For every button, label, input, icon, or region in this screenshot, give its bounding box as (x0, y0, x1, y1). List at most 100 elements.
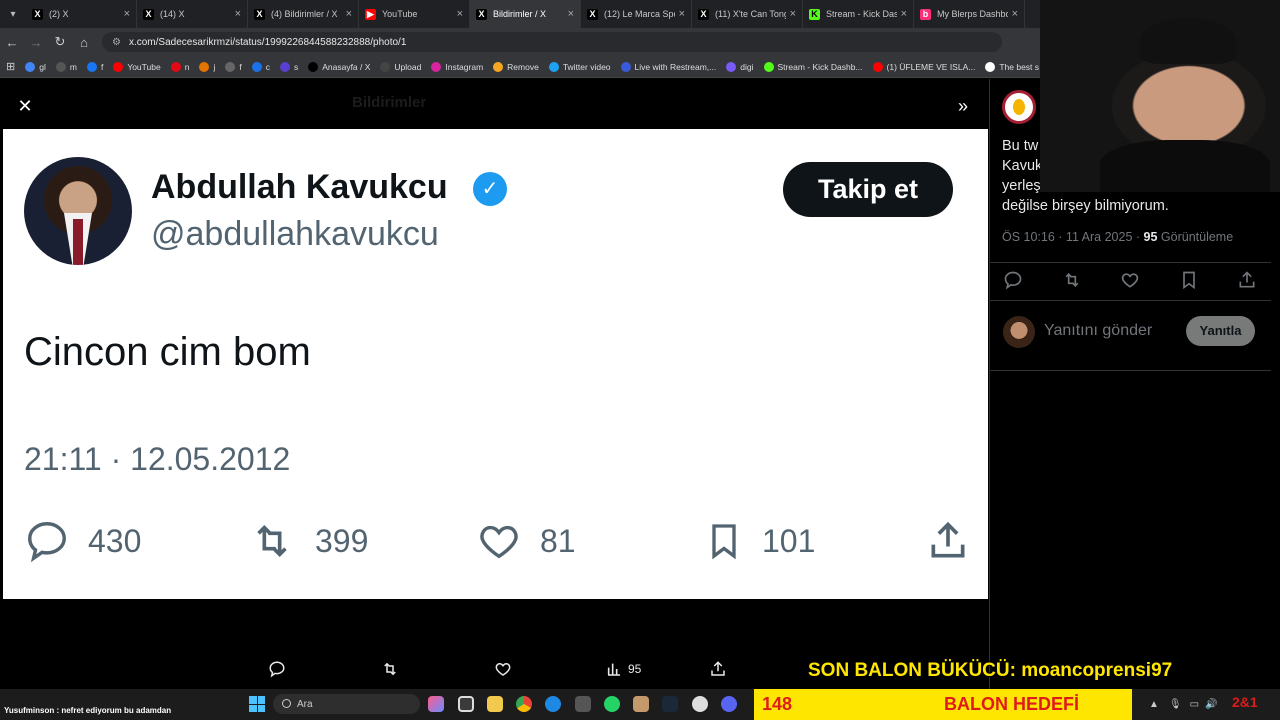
retweet-icon[interactable] (1062, 270, 1082, 290)
follow-button: Takip et (783, 162, 953, 217)
bookmark-item[interactable]: Live with Restream,... (620, 61, 716, 72)
site-info-icon[interactable]: ⚙ (112, 37, 121, 48)
bookmark-item[interactable]: Twitter video (548, 61, 611, 72)
x-icon: X (476, 8, 487, 20)
tab-search-icon[interactable]: ▾ (0, 0, 26, 28)
share-icon[interactable] (1237, 270, 1257, 290)
tab-6[interactable]: X (11) X'te Can Tong × (692, 0, 803, 28)
apps-icon[interactable]: ⊞ (6, 60, 15, 73)
share-action[interactable] (709, 660, 733, 678)
tab-close-icon[interactable]: × (457, 8, 463, 20)
bookmark-label: Remove (507, 61, 539, 72)
bookmark-icon[interactable] (1179, 270, 1199, 290)
views-count: 95 (628, 662, 642, 676)
divider (989, 262, 1271, 263)
app-icon[interactable] (633, 696, 649, 712)
tab-label: Stream - Kick Dash (826, 9, 897, 19)
photo-reply-stat: 430 (24, 518, 141, 564)
bookmark-item[interactable]: Stream - Kick Dashb... (763, 61, 863, 72)
chatgpt-icon[interactable] (692, 696, 708, 712)
bookmark-item[interactable]: Remove (493, 61, 539, 72)
like-action[interactable] (494, 660, 518, 678)
bookmark-item[interactable]: f (225, 61, 242, 72)
url-text: x.com/Sadecesarikrmzi/status/19992268445… (128, 36, 407, 48)
bookmark-favicon-icon (985, 61, 996, 72)
bookmark-item[interactable]: Upload (380, 61, 421, 72)
tab-3[interactable]: ▶ YouTube × (359, 0, 470, 28)
bookmark-label: f (100, 61, 104, 72)
reload-icon[interactable]: ↻ (48, 34, 72, 50)
tab-1[interactable]: X (14) X × (137, 0, 248, 28)
bookmark-item[interactable]: gl (25, 61, 46, 72)
background-header-title: Bildirimler (352, 94, 427, 111)
tab-7[interactable]: K Stream - Kick Dash × (803, 0, 914, 28)
steam-icon[interactable] (662, 696, 678, 712)
store-icon[interactable] (458, 696, 474, 712)
bookmark-favicon-icon (251, 61, 262, 72)
bookmark-label: digi (740, 61, 754, 72)
taskbar-search-input[interactable]: Ara (273, 694, 420, 714)
author-avatar (24, 157, 132, 265)
bookmark-item[interactable]: n (170, 61, 189, 72)
edge-icon[interactable] (545, 696, 561, 712)
close-icon[interactable]: ✕ (14, 95, 36, 117)
bookmark-item[interactable]: The best s (985, 61, 1039, 72)
tab-close-icon[interactable]: × (901, 8, 907, 20)
microphone-icon[interactable]: 🎙 (1169, 699, 1182, 710)
back-icon[interactable]: ← (0, 35, 24, 50)
bookmark-item[interactable]: digi (726, 61, 754, 72)
tab-close-icon[interactable]: × (346, 8, 352, 20)
expand-panel-icon[interactable]: » (952, 95, 974, 117)
bookmark-item[interactable]: Instagram (431, 61, 483, 72)
retweet-action[interactable] (380, 660, 406, 678)
volume-icon[interactable]: 🔊 (1205, 699, 1217, 710)
bookmark-favicon-icon (25, 61, 36, 72)
side-view-label: Görüntüleme (1157, 230, 1234, 244)
tab-close-icon[interactable]: × (568, 8, 574, 20)
tab-5[interactable]: X (12) Le Marca Spo × (581, 0, 692, 28)
bookmark-item[interactable]: YouTube (113, 61, 161, 72)
discord-icon[interactable] (721, 696, 737, 712)
tab-close-icon[interactable]: × (1012, 8, 1018, 20)
chrome-icon[interactable] (516, 696, 532, 712)
reply-action[interactable] (268, 660, 292, 678)
tray-overflow-icon[interactable]: ▲ (1149, 699, 1159, 710)
bookmark-item[interactable]: f (86, 61, 104, 72)
tab-close-icon[interactable]: × (124, 8, 130, 20)
tab-8[interactable]: b My Blerps Dashbo × (914, 0, 1025, 28)
app-icon[interactable] (575, 696, 591, 712)
network-icon[interactable]: ▭ (1190, 699, 1199, 710)
x-icon: X (32, 8, 43, 20)
url-field[interactable]: ⚙ x.com/Sadecesarikrmzi/status/199922684… (102, 32, 1002, 52)
whatsapp-icon[interactable] (604, 696, 620, 712)
divider (989, 300, 1271, 301)
bookmark-item[interactable]: (1) ÜFLEME VE ISLA... (872, 61, 975, 72)
blerp-icon: b (920, 8, 931, 20)
reply-button[interactable]: Yanıtla (1186, 316, 1255, 346)
file-explorer-icon[interactable] (487, 696, 503, 712)
tab-close-icon[interactable]: × (790, 8, 796, 20)
windows-start-icon[interactable] (249, 696, 265, 712)
tab-close-icon[interactable]: × (679, 8, 685, 20)
side-tweet-time[interactable]: ÖS 10:16 · 11 Ara 2025 · (1002, 230, 1144, 244)
views-action[interactable]: 95 (606, 661, 641, 677)
bookmark-item[interactable]: j (199, 61, 215, 72)
tab-2[interactable]: X (4) Bildirimler / X × (248, 0, 359, 28)
forward-icon[interactable]: → (24, 35, 48, 50)
tab-close-icon[interactable]: × (235, 8, 241, 20)
bookmark-item[interactable]: c (251, 61, 270, 72)
reply-author-avatar[interactable] (1002, 90, 1036, 124)
bookmark-item[interactable]: s (279, 61, 298, 72)
share-icon (931, 521, 965, 558)
tab-4[interactable]: X Bildirimler / X × (470, 0, 581, 28)
copilot-icon[interactable] (428, 696, 444, 712)
heart-icon[interactable] (1120, 270, 1140, 290)
reply-input[interactable]: Yanıtını gönder (1044, 322, 1152, 340)
bookmark-item[interactable]: Anasayfa / X (308, 61, 370, 72)
reply-icon[interactable] (1003, 270, 1023, 290)
bookmark-item[interactable]: m (55, 61, 77, 72)
tab-0[interactable]: X (2) X × (26, 0, 137, 28)
side-view-count: 95 (1143, 230, 1158, 244)
home-icon[interactable]: ⌂ (72, 35, 96, 50)
bookmark-label: gl (39, 61, 46, 72)
